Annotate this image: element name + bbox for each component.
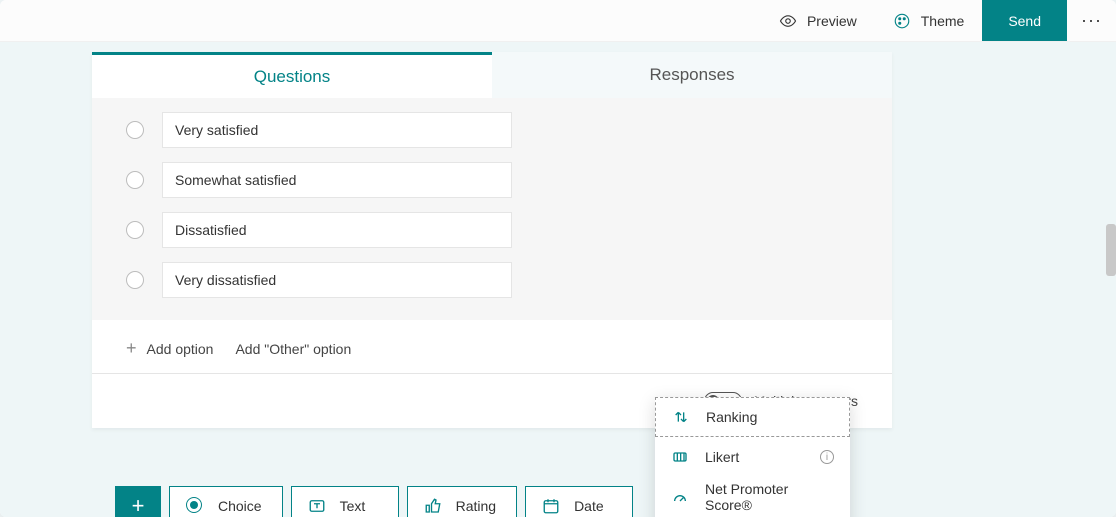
- add-option-row: + Add option Add "Other" option: [92, 320, 892, 374]
- gauge-icon: [671, 489, 689, 505]
- ranking-icon: [672, 409, 690, 425]
- type-date-button[interactable]: Date: [525, 486, 633, 517]
- palette-icon: [893, 12, 911, 30]
- choice-icon: [186, 497, 204, 515]
- info-icon[interactable]: i: [820, 450, 834, 464]
- option-input[interactable]: Very dissatisfied: [162, 262, 512, 298]
- option-input[interactable]: Very satisfied: [162, 112, 512, 148]
- option-text: Somewhat satisfied: [175, 172, 296, 188]
- menu-label: Net Promoter Score®: [705, 481, 834, 513]
- type-label: Text: [340, 498, 366, 514]
- tab-bar: Questions Responses: [92, 52, 892, 98]
- menu-nps[interactable]: Net Promoter Score®: [655, 477, 850, 517]
- option-list: Very satisfied Somewhat satisfied Dissat…: [92, 98, 892, 320]
- option-text: Very satisfied: [175, 122, 258, 138]
- preview-button[interactable]: Preview: [761, 0, 875, 41]
- likert-icon: [671, 449, 689, 465]
- type-label: Date: [574, 498, 604, 514]
- plus-icon: +: [126, 338, 137, 359]
- add-other-button[interactable]: Add "Other" option: [235, 341, 351, 357]
- option-input[interactable]: Dissatisfied: [162, 212, 512, 248]
- add-option-label: Add option: [147, 341, 214, 357]
- eye-icon: [779, 12, 797, 30]
- text-icon: [308, 497, 326, 515]
- type-choice-button[interactable]: Choice: [169, 486, 283, 517]
- option-text: Very dissatisfied: [175, 272, 276, 288]
- send-button[interactable]: Send: [982, 0, 1067, 41]
- type-rating-button[interactable]: Rating: [407, 486, 517, 517]
- thumbs-up-icon: [424, 497, 442, 515]
- scrollbar-thumb[interactable]: [1106, 224, 1116, 276]
- option-row: Very dissatisfied: [126, 262, 858, 298]
- ellipsis-icon: ···: [1081, 10, 1102, 31]
- menu-label: Ranking: [706, 409, 757, 425]
- menu-ranking[interactable]: Ranking: [655, 397, 850, 437]
- top-toolbar: Preview Theme Send ···: [0, 0, 1116, 42]
- radio-icon[interactable]: [126, 221, 144, 239]
- app-window: Preview Theme Send ··· Questions Respons…: [0, 0, 1116, 517]
- canvas: Questions Responses Very satisfied Somew…: [0, 42, 1116, 517]
- preview-label: Preview: [807, 13, 857, 29]
- radio-icon[interactable]: [126, 171, 144, 189]
- calendar-icon: [542, 497, 560, 515]
- theme-button[interactable]: Theme: [875, 0, 983, 41]
- option-text: Dissatisfied: [175, 222, 247, 238]
- more-button[interactable]: ···: [1067, 0, 1116, 41]
- type-label: Rating: [456, 498, 496, 514]
- send-label: Send: [1008, 13, 1041, 29]
- menu-label: Likert: [705, 449, 739, 465]
- option-row: Very satisfied: [126, 112, 858, 148]
- option-row: Dissatisfied: [126, 212, 858, 248]
- tab-questions[interactable]: Questions: [92, 52, 492, 98]
- plus-icon: +: [132, 493, 145, 517]
- type-label: Choice: [218, 498, 262, 514]
- tab-responses-label: Responses: [649, 65, 734, 85]
- question-type-menu: Ranking Likert i Net Promoter Score® Sec…: [655, 397, 850, 517]
- option-row: Somewhat satisfied: [126, 162, 858, 198]
- radio-icon[interactable]: [126, 271, 144, 289]
- add-option-button[interactable]: + Add option: [126, 338, 213, 359]
- add-question-button[interactable]: +: [115, 486, 161, 517]
- type-text-button[interactable]: Text: [291, 486, 399, 517]
- menu-likert[interactable]: Likert i: [655, 437, 850, 477]
- add-other-label: Add "Other" option: [235, 341, 351, 357]
- tab-responses[interactable]: Responses: [492, 52, 892, 98]
- radio-icon[interactable]: [126, 121, 144, 139]
- theme-label: Theme: [921, 13, 965, 29]
- tab-questions-label: Questions: [254, 67, 331, 87]
- option-input[interactable]: Somewhat satisfied: [162, 162, 512, 198]
- form-sheet: Questions Responses Very satisfied Somew…: [92, 52, 892, 428]
- question-editor: Very satisfied Somewhat satisfied Dissat…: [92, 98, 892, 428]
- add-question-bar: + Choice Text Rating Date: [115, 486, 633, 517]
